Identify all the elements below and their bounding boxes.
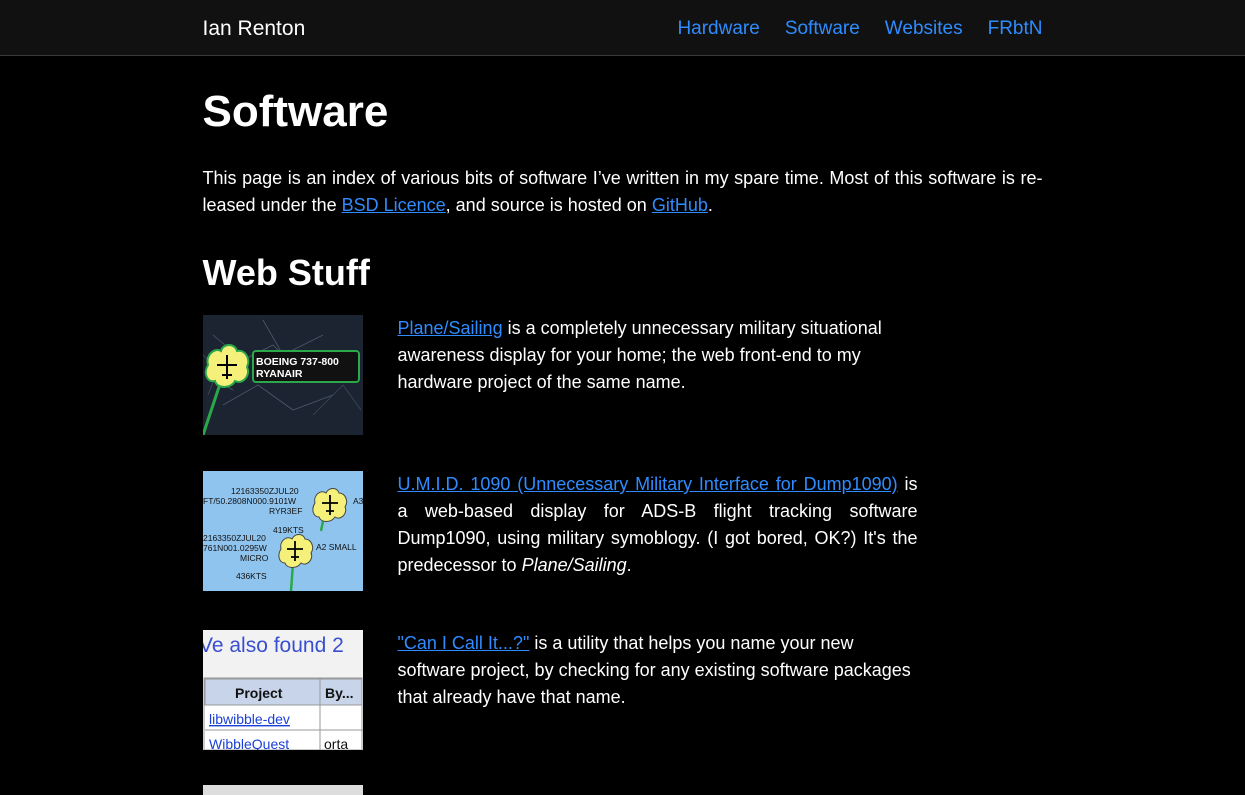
can-i-call-it-link[interactable]: "Can I Call It...?" [398, 633, 530, 653]
umid-1090-link[interactable]: U.M.I.D. 1090 (Unnecessary Military Inte… [398, 474, 898, 494]
top-navbar: Ian Renton Hardware Software Websites FR… [0, 0, 1245, 56]
thumb-col-by: By... [325, 685, 354, 701]
intro-paragraph: This page is an index of various bits of… [203, 165, 1043, 219]
thumb-row2: WibbleQuest [209, 736, 289, 750]
thumb-row2b: orta [324, 736, 348, 750]
umid-1090-description: U.M.I.D. 1090 (Unnecessary Military Inte… [398, 471, 918, 579]
can-i-call-it-description: "Can I Call It...?" is a utility that he… [398, 630, 918, 711]
github-link[interactable]: GitHub [652, 195, 708, 215]
site-title-link[interactable]: Ian Renton [203, 17, 306, 41]
plane-sailing-description: Plane/Sailing is a completely unnecessar… [398, 315, 918, 396]
thumb-b-label: A2 SMALL [316, 542, 357, 552]
thumb-b-line1: 2163350ZJUL20 [203, 533, 266, 543]
umid-1090-thumbnail[interactable]: 12163350ZJUL20 FT/50.2808N000.9101W RYR3… [202, 471, 363, 591]
umid-1090-italic: Plane/Sailing [521, 555, 627, 575]
thumb-a-label: A3 [353, 496, 363, 506]
plane-sailing-link[interactable]: Plane/Sailing [398, 318, 503, 338]
thumb-banner: Ve also found 2 [203, 634, 344, 657]
main-nav: Hardware Software Websites FRbtN [677, 18, 1042, 40]
nav-software[interactable]: Software [785, 18, 860, 40]
thumb-a-line4: 419KTS [273, 525, 304, 535]
nav-frbtn[interactable]: FRbtN [988, 18, 1043, 40]
intro-text-end: . [707, 195, 713, 215]
thumb-b-line3: MICRO [240, 553, 269, 563]
thumb-col-project: Project [235, 685, 283, 701]
umid-1090-text-end: . [626, 555, 632, 575]
thumb-a-line2: FT/50.2808N000.9101W [203, 496, 296, 506]
thumb-callsign-2: RYANAIR [256, 368, 303, 380]
nav-hardware[interactable]: Hardware [677, 18, 759, 40]
thumb-a-line1: 12163350ZJUL20 [231, 486, 299, 496]
thumb-b-line4: 436KTS [236, 571, 267, 581]
section-heading-web-stuff: Web Stuff [202, 252, 370, 293]
nav-websites[interactable]: Websites [885, 18, 963, 40]
intro-text-middle: , and source is hosted on [445, 195, 652, 215]
can-i-call-it-thumbnail[interactable]: Ve also found 2 Project By... libwibble-… [202, 630, 363, 750]
bsd-licence-link[interactable]: BSD Licence [342, 195, 446, 215]
page-title: Software [202, 87, 389, 136]
thumb-b-line2: 761N001.0295W [203, 543, 267, 553]
thumb-a-line3: RYR3EF [269, 506, 302, 516]
thumb-callsign-1: BOEING 737-800 [256, 356, 339, 368]
thumb-row1: libwibble-dev [209, 711, 290, 727]
plane-sailing-thumbnail[interactable]: BOEING 737-800 RYANAIR [202, 315, 363, 435]
